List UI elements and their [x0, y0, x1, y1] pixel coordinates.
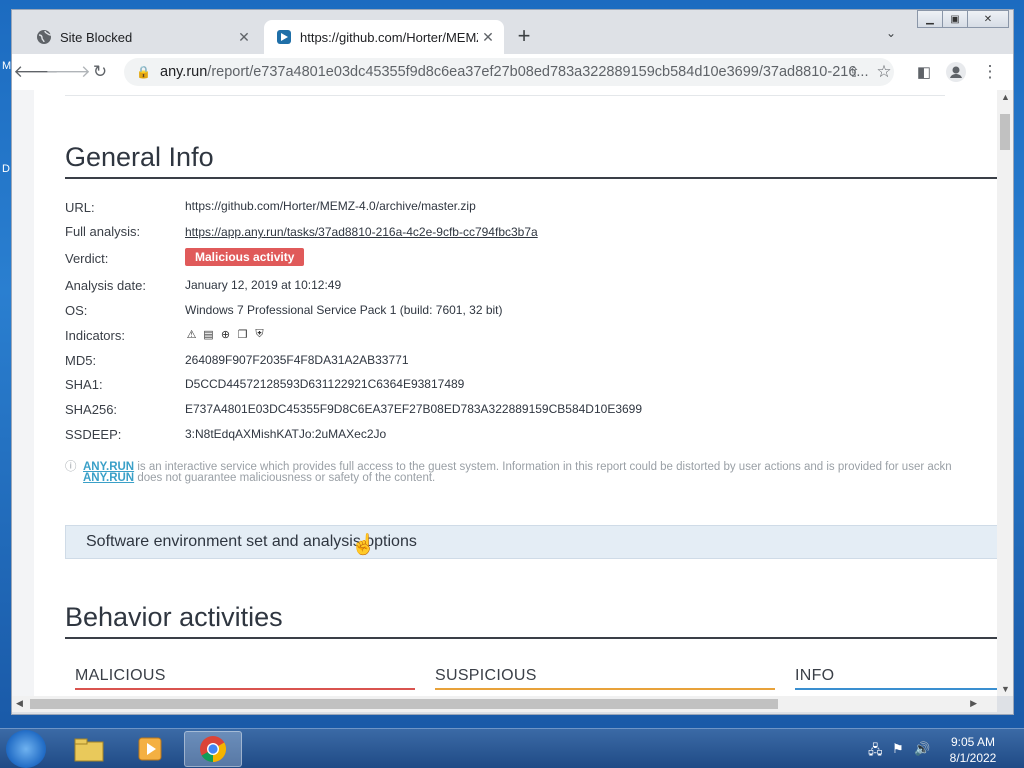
tab-search-button[interactable]: ⌄ [886, 26, 896, 40]
md5-label: MD5: [65, 353, 97, 368]
copy-icon[interactable]: ❐ [236, 328, 249, 341]
vertical-scrollbar[interactable]: ▲ ▼ [997, 90, 1013, 696]
start-button[interactable] [6, 730, 46, 768]
tab-github[interactable]: https://github.com/Horter/MEMZ ✕ [264, 20, 504, 54]
divider [65, 177, 997, 179]
network-icon[interactable]: ⊕ [219, 328, 232, 341]
os-label: OS: [65, 303, 88, 318]
analysis-date-label: Analysis date: [65, 278, 146, 293]
clock-date: 8/1/2022 [949, 751, 997, 765]
info-note-2: ANY.RUN does not guarantee maliciousness… [83, 472, 435, 484]
close-window-button[interactable]: ✕ [967, 10, 1009, 28]
address-bar[interactable]: 🔒 any.run/report/e737a4801e03dc45355f9d8… [124, 58, 894, 86]
executable-icon[interactable]: ▤ [202, 328, 215, 341]
url-label: URL: [65, 200, 95, 215]
toolbar: 🡐 🡒 ↻ 🔒 any.run/report/e737a4801e03dc453… [12, 54, 1013, 90]
verdict-badge: Malicious activity [185, 248, 305, 266]
clock[interactable]: 9:05 AM 8/1/2022 [940, 734, 1006, 766]
info-icon: ⓘ [65, 461, 77, 473]
env-options-bar[interactable]: Software environment set and analysis op… [65, 525, 997, 559]
sha1-value: D5CCD44572128593D631122921C6364E93817489 [185, 377, 465, 391]
suspicious-rule [435, 688, 775, 690]
media-player-taskbar-icon[interactable] [122, 731, 180, 767]
clock-time: 9:05 AM [950, 735, 996, 749]
info-rule [795, 688, 997, 690]
ssdeep-value: 3:N8tEdqAXMishKATJo:2uMAXec2Jo [185, 427, 387, 441]
explorer-taskbar-icon[interactable] [60, 731, 118, 767]
malicious-rule [75, 688, 415, 690]
note-text: does not guarantee maliciousness or safe… [134, 472, 436, 484]
url-path: /report/e737a4801e03dc45355f9d8c6ea37ef2… [207, 64, 869, 80]
hand-cursor-icon: ☝ [351, 534, 376, 556]
anyrun-favicon-icon [276, 29, 292, 45]
divider [65, 95, 945, 96]
behavior-title: Behavior activities [65, 602, 283, 632]
ssdeep-label: SSDEEP: [65, 427, 122, 442]
tab-title: https://github.com/Horter/MEMZ [300, 29, 478, 45]
indicators-label: Indicators: [65, 328, 125, 343]
url-value[interactable]: https://github.com/Horter/MEMZ-4.0/archi… [185, 199, 476, 213]
anyrun-link[interactable]: ANY.RUN [83, 472, 134, 484]
menu-icon[interactable]: ⋮ [978, 60, 1002, 84]
sha1-label: SHA1: [65, 377, 103, 392]
sha256-label: SHA256: [65, 402, 118, 417]
taskbar: 🖧 ⚑ 🔊 9:05 AM 8/1/2022 [0, 728, 1024, 768]
scroll-thumb[interactable] [1000, 114, 1010, 150]
close-icon[interactable]: ✕ [234, 29, 254, 46]
url-host: any.run [160, 64, 208, 80]
verdict-label: Verdict: [65, 251, 109, 266]
os-value: Windows 7 Professional Service Pack 1 (b… [185, 303, 503, 317]
maximize-button[interactable]: ▣ [942, 10, 968, 28]
side-panel-icon[interactable]: ◧ [912, 60, 936, 84]
desktop-label: M [2, 60, 12, 72]
lock-icon: 🔒 [136, 65, 151, 79]
flag-icon[interactable]: ⚑ [892, 741, 904, 757]
page-content: General Info URL: https://github.com/Hor… [12, 90, 997, 696]
new-tab-button[interactable]: + [512, 24, 536, 48]
chrome-taskbar-icon[interactable] [184, 731, 242, 767]
sha256-value: E737A4801E03DC45355F9D8C6EA37EF27B08ED78… [185, 402, 643, 416]
md5-value: 264089F907F2035F4F8DA31A2AB33771 [185, 353, 409, 367]
browser-window: Site Blocked ✕ https://github.com/Horter… [11, 9, 1014, 715]
scroll-thumb[interactable] [30, 699, 778, 709]
globe-icon [36, 29, 52, 45]
share-icon[interactable]: ⇪ [842, 60, 866, 84]
network-icon[interactable]: 🖧 [868, 741, 883, 763]
tab-strip: Site Blocked ✕ https://github.com/Horter… [12, 10, 1013, 54]
star-icon[interactable]: ☆ [872, 60, 896, 84]
warning-icon[interactable]: ⚠ [185, 328, 198, 341]
left-gutter [12, 90, 34, 696]
malicious-header: MALICIOUS [75, 667, 166, 684]
suspicious-header: SUSPICIOUS [435, 667, 537, 684]
full-analysis-link[interactable]: https://app.any.run/tasks/37ad8810-216a-… [185, 225, 538, 239]
volume-icon[interactable]: 🔊 [914, 741, 930, 757]
shield-icon[interactable]: ⛨ [253, 328, 266, 341]
minimize-button[interactable]: ▁ [917, 10, 943, 28]
close-icon[interactable]: ✕ [478, 29, 498, 46]
general-info-title: General Info [65, 142, 214, 172]
tab-title: Site Blocked [60, 29, 133, 45]
info-header: INFO [795, 667, 835, 684]
analysis-date-value: January 12, 2019 at 10:12:49 [185, 278, 342, 292]
horizontal-scrollbar[interactable]: ◀ ▶ [12, 696, 997, 712]
desktop-label: D [2, 163, 10, 175]
tab-site-blocked[interactable]: Site Blocked ✕ [24, 20, 260, 54]
profile-avatar[interactable] [944, 60, 968, 84]
indicators-icons: ⚠ ▤ ⊕ ❐ ⛨ [185, 328, 266, 341]
divider [65, 637, 997, 639]
reload-button[interactable]: ↻ [88, 60, 112, 84]
forward-button[interactable]: 🡒 [45, 60, 91, 84]
full-analysis-label: Full analysis: [65, 224, 141, 239]
